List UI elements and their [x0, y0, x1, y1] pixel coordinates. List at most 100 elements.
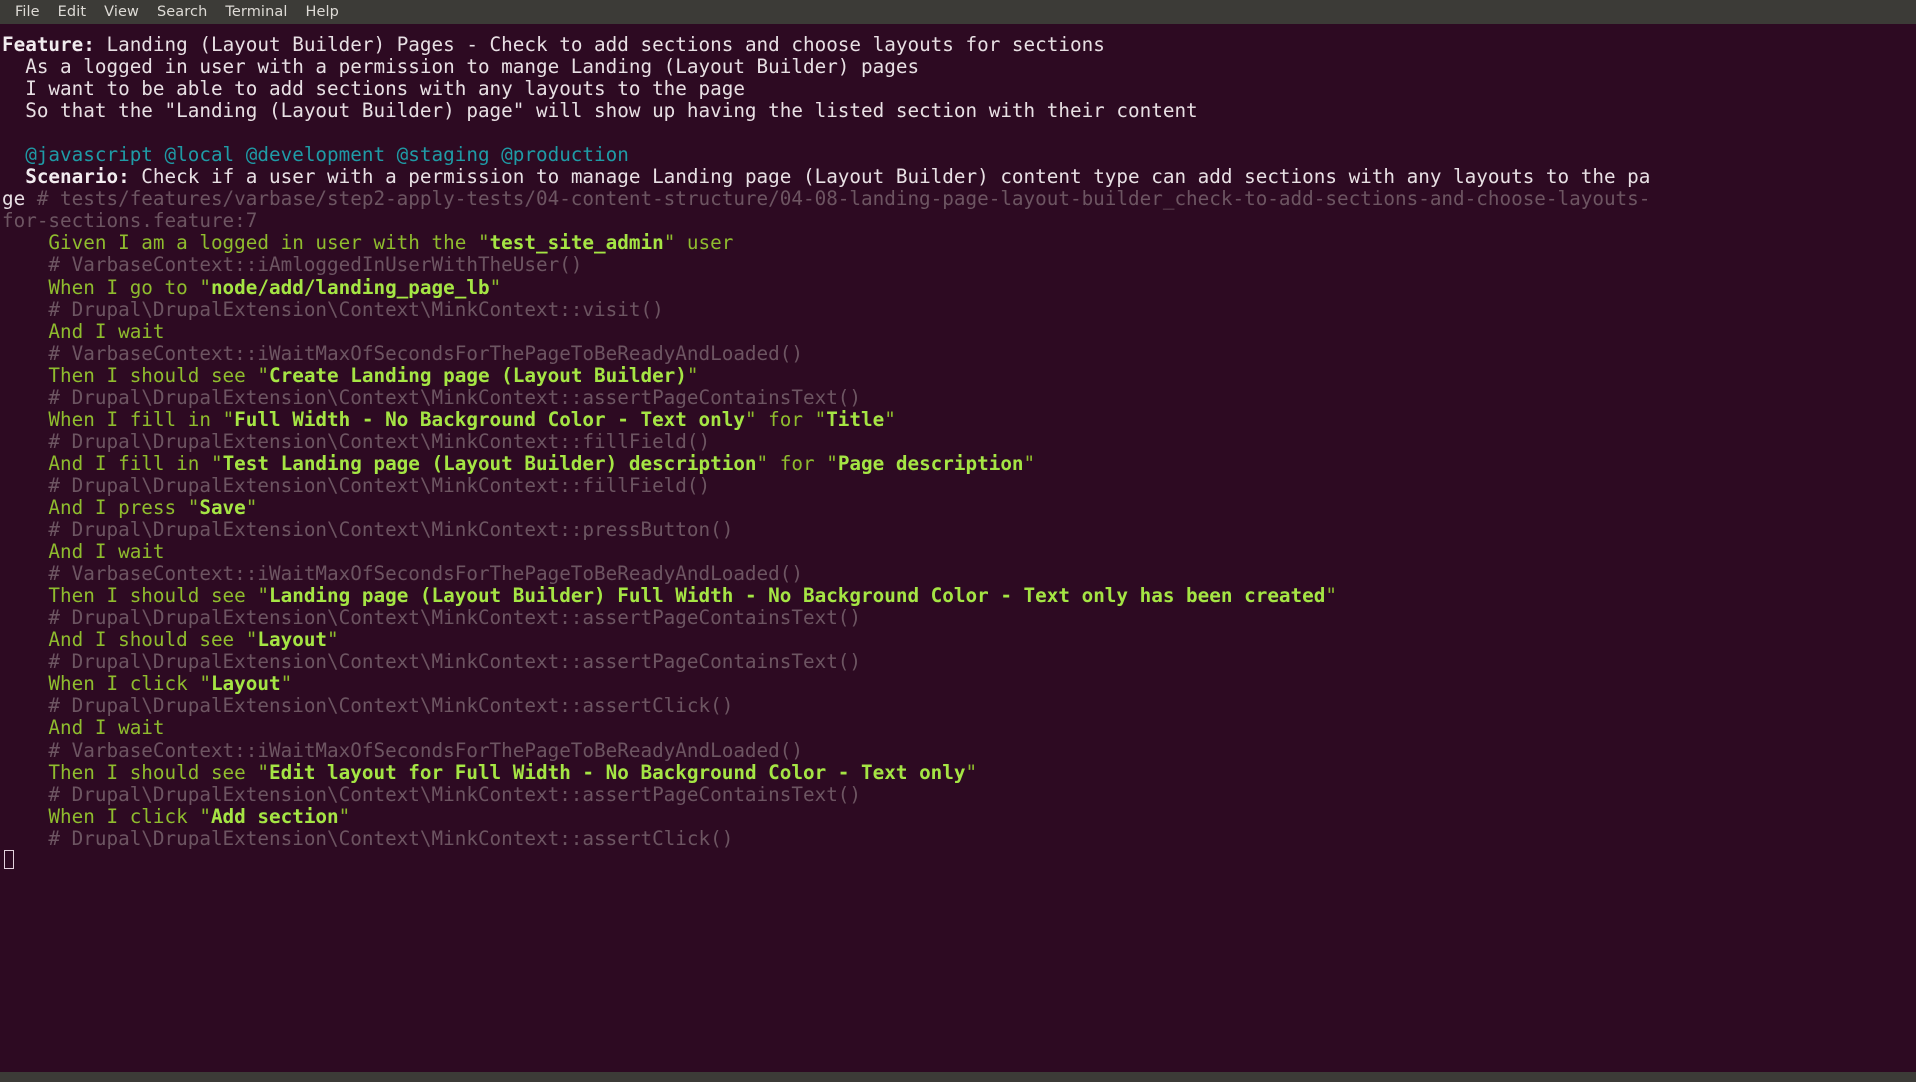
- terminal-window: File Edit View Search Terminal Help Feature: …: [0, 0, 1916, 1082]
- text-span: for: [768, 451, 827, 475]
- text-span: # Drupal\DrupalExtension\Context\MinkCon…: [2, 650, 862, 674]
- text-span: # VarbaseContext::iWaitMaxOfSecondsForTh…: [2, 562, 803, 586]
- feature-narrative-line: I want to be able to add sections with a…: [2, 78, 1916, 100]
- text-span: # Drupal\DrupalExtension\Context\MinkCon…: [2, 473, 711, 497]
- text-span: ge: [2, 187, 26, 211]
- text-span: ": [199, 804, 211, 828]
- text-span: And I should see: [2, 628, 246, 652]
- text-span: ": [327, 628, 339, 652]
- text-span: And I wait: [2, 540, 165, 564]
- feature-narrative-line: As a logged in user with a permission to…: [2, 56, 1916, 78]
- step-line: When I click "Add section": [2, 804, 1916, 828]
- menu-item-file[interactable]: File: [6, 1, 49, 23]
- text-span: # Drupal\DrupalExtension\Context\MinkCon…: [2, 606, 862, 630]
- menu-item-search[interactable]: Search: [148, 1, 216, 23]
- text-span: # VarbaseContext::iWaitMaxOfSecondsForTh…: [2, 341, 803, 365]
- menu-bar: File Edit View Search Terminal Help: [0, 0, 1916, 24]
- text-span: for-sections.feature:7: [2, 209, 258, 233]
- step-definition-line: # Drupal\DrupalExtension\Context\MinkCon…: [2, 782, 1916, 806]
- step-line: Then I should see "Landing page (Layout …: [2, 585, 1916, 607]
- text-span: Add section: [210, 804, 339, 828]
- text-span: ": [257, 760, 269, 784]
- text-span: Page description: [837, 451, 1024, 475]
- cursor-line: [2, 849, 1916, 872]
- feature-narrative-line: So that the "Landing (Layout Builder) pa…: [2, 100, 1916, 122]
- scenario-source-path-line: ge # tests/features/varbase/step2-apply-…: [2, 188, 1916, 210]
- text-span: I want to be able to add sections with a…: [2, 77, 745, 101]
- step-definition-line: # Drupal\DrupalExtension\Context\MinkCon…: [2, 385, 1916, 409]
- text-span: ": [1023, 451, 1036, 475]
- text-span: Feature:: [2, 33, 95, 56]
- text-span: node/add/landing_page_lb: [210, 275, 490, 299]
- menu-item-help[interactable]: Help: [296, 1, 347, 23]
- text-span: ": [222, 407, 235, 431]
- step-definition-line: # Drupal\DrupalExtension\Context\MinkCon…: [2, 695, 1916, 717]
- text-span: @javascript @local @development @staging…: [2, 143, 629, 167]
- text-span: user: [675, 231, 734, 255]
- text-span: Landing page (Layout Builder) Full Width…: [269, 584, 1326, 608]
- text-span: Then I should see: [2, 760, 258, 784]
- step-definition-line: # VarbaseContext::iWaitMaxOfSecondsForTh…: [2, 563, 1916, 585]
- terminal-viewport[interactable]: Feature: Landing (Layout Builder) Pages …: [0, 24, 1916, 1072]
- step-line: And I should see "Layout": [2, 629, 1916, 651]
- step-line: When I click "Layout": [2, 673, 1916, 695]
- step-line: Given I am a logged in user with the "te…: [2, 232, 1916, 254]
- step-line: And I wait: [2, 319, 1916, 343]
- step-definition-line: # Drupal\DrupalExtension\Context\MinkCon…: [2, 607, 1916, 629]
- menu-item-edit[interactable]: Edit: [49, 1, 95, 23]
- text-span: Layout: [210, 672, 281, 696]
- text-span: ": [826, 451, 838, 475]
- step-definition-line: # VarbaseContext::iWaitMaxOfSecondsForTh…: [2, 738, 1916, 762]
- text-span: ": [477, 231, 490, 255]
- text-span: Then I should see: [2, 363, 258, 387]
- text-span: And I fill in: [2, 451, 211, 475]
- text-span: # VarbaseContext::iAmloggedInUserWithThe…: [2, 253, 583, 277]
- text-span: When I click: [2, 804, 200, 828]
- step-line: And I wait: [2, 541, 1916, 563]
- text-span: ": [210, 451, 223, 475]
- text-span: # Drupal\DrupalExtension\Context\MinkCon…: [2, 782, 862, 806]
- scenario-source-path-line-wrap: for-sections.feature:7: [2, 210, 1916, 232]
- text-span: ": [257, 584, 269, 608]
- text-span: for: [756, 407, 815, 431]
- text-span: And I wait: [2, 716, 165, 740]
- step-line: Then I should see "Create Landing page (…: [2, 363, 1916, 387]
- text-span: ": [245, 628, 258, 652]
- step-line: When I fill in "Full Width - No Backgrou…: [2, 407, 1916, 431]
- text-cursor: [4, 849, 14, 869]
- step-line: And I wait: [2, 717, 1916, 739]
- text-span: ": [663, 231, 676, 255]
- step-line: Then I should see "Edit layout for Full …: [2, 760, 1916, 784]
- text-span: ": [280, 672, 293, 696]
- menu-item-view[interactable]: View: [95, 1, 148, 23]
- text-span: ": [199, 275, 211, 299]
- step-definition-line: # VarbaseContext::iAmloggedInUserWithThe…: [2, 254, 1916, 276]
- text-span: ": [187, 495, 200, 519]
- text-span: ": [1325, 584, 1337, 608]
- menu-item-terminal[interactable]: Terminal: [216, 1, 296, 23]
- text-span: Landing (Layout Builder) Pages - Check t…: [94, 33, 1105, 56]
- text-span: ": [489, 275, 502, 299]
- text-span: Given I am a logged in user with the: [2, 231, 478, 255]
- text-span: # Drupal\DrupalExtension\Context\MinkCon…: [2, 826, 734, 850]
- text-span: # Drupal\DrupalExtension\Context\MinkCon…: [2, 297, 664, 321]
- text-span: Edit layout for Full Width - No Backgrou…: [269, 760, 966, 784]
- text-span: ": [199, 672, 211, 696]
- text-span: And I wait: [2, 319, 165, 343]
- text-span: Save: [199, 495, 246, 519]
- step-definition-line: # Drupal\DrupalExtension\Context\MinkCon…: [2, 429, 1916, 453]
- text-span: test_site_admin: [489, 231, 664, 255]
- text-span: # VarbaseContext::iWaitMaxOfSecondsForTh…: [2, 738, 803, 762]
- text-span: # tests/features/varbase/step2-apply-tes…: [25, 187, 1651, 211]
- scenario-tags-line: @javascript @local @development @staging…: [2, 144, 1916, 166]
- scenario-header-line: Scenario: Check if a user with a permiss…: [2, 166, 1916, 188]
- text-span: # Drupal\DrupalExtension\Context\MinkCon…: [2, 429, 711, 453]
- text-span: Check if a user with a permission to man…: [129, 165, 1651, 189]
- step-definition-line: # Drupal\DrupalExtension\Context\MinkCon…: [2, 651, 1916, 673]
- text-span: # Drupal\DrupalExtension\Context\MinkCon…: [2, 385, 862, 409]
- text-span: When I click: [2, 672, 200, 696]
- step-line: And I fill in "Test Landing page (Layout…: [2, 451, 1916, 475]
- text-span: ": [245, 495, 258, 519]
- window-bottom-edge: [0, 1072, 1916, 1082]
